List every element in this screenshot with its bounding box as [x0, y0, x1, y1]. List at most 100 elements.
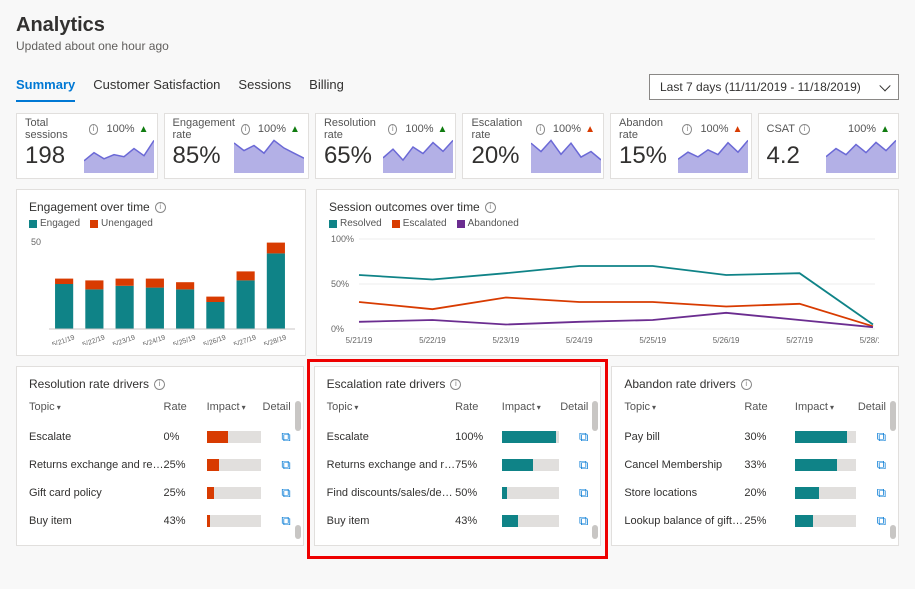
svg-text:5/24/19: 5/24/19 — [566, 336, 593, 345]
detail-link-icon[interactable]: ⧉ — [579, 429, 588, 444]
date-range-picker[interactable]: Last 7 days (11/11/2019 - 11/18/2019) — [649, 74, 899, 100]
detail-link-icon[interactable]: ⧉ — [281, 429, 290, 444]
rate-cell: 33% — [744, 451, 795, 479]
tab-customer-satisfaction[interactable]: Customer Satisfaction — [93, 71, 220, 102]
col-rate[interactable]: Rate — [744, 395, 795, 423]
col-detail[interactable]: Detail — [261, 395, 291, 423]
info-icon[interactable]: i — [241, 124, 250, 135]
rate-cell: 0% — [164, 423, 207, 451]
rate-cell: 25% — [164, 479, 207, 507]
col-impact[interactable]: Impact▾ — [207, 395, 262, 423]
col-topic[interactable]: Topic▾ — [624, 395, 744, 423]
scrollbar[interactable] — [890, 401, 896, 539]
table-row[interactable]: Escalate 0% ⧉ — [29, 423, 291, 451]
kpi-label: Total sessions — [25, 117, 85, 141]
panel-title-label: Resolution rate drivers — [29, 377, 149, 391]
col-impact[interactable]: Impact▾ — [795, 395, 856, 423]
col-rate[interactable]: Rate — [455, 395, 502, 423]
tab-sessions[interactable]: Sessions — [238, 71, 291, 102]
detail-link-icon[interactable]: ⧉ — [877, 513, 886, 528]
scroll-thumb[interactable] — [592, 401, 598, 431]
impact-bar — [207, 515, 262, 527]
detail-link-icon[interactable]: ⧉ — [579, 457, 588, 472]
kpi-label: Engagement rate — [173, 117, 238, 141]
kpi-card-engagement-rate[interactable]: Engagement rate i 100% ▲ 85% — [164, 113, 309, 179]
impact-bar — [502, 515, 559, 527]
tab-strip: Summary Customer Satisfaction Sessions Bill… — [16, 71, 344, 103]
table-row[interactable]: Returns exchange and r… 75% ⧉ — [327, 451, 589, 479]
detail-link-icon[interactable]: ⧉ — [281, 457, 290, 472]
trend-up-icon: ▲ — [290, 124, 300, 135]
scroll-thumb[interactable] — [592, 525, 598, 539]
table-row[interactable]: Pay bill 30% ⧉ — [624, 423, 886, 451]
table-row[interactable]: Cancel Membership 33% ⧉ — [624, 451, 886, 479]
kpi-card-csat[interactable]: CSAT i 100% ▲ 4.2 — [758, 113, 900, 179]
sort-caret-icon: ▾ — [242, 403, 246, 412]
svg-text:5/22/19: 5/22/19 — [419, 336, 446, 345]
detail-link-icon[interactable]: ⧉ — [877, 485, 886, 500]
topic-cell: Returns exchange and re… — [29, 451, 164, 479]
col-topic[interactable]: Topic▾ — [29, 395, 164, 423]
detail-link-icon[interactable]: ⧉ — [877, 457, 886, 472]
driver-panel-escalation-rate-drivers: Escalation rate drivers i Topic▾ Rate Im… — [314, 366, 602, 546]
detail-link-icon[interactable]: ⧉ — [281, 485, 290, 500]
info-icon[interactable]: i — [536, 124, 545, 135]
info-icon[interactable]: i — [485, 202, 496, 213]
rate-cell: 30% — [744, 423, 795, 451]
table-row[interactable]: Store locations 20% ⧉ — [624, 479, 886, 507]
table-row[interactable]: Find discounts/sales/de… 50% ⧉ — [327, 479, 589, 507]
table-row[interactable]: Returns exchange and re… 25% ⧉ — [29, 451, 291, 479]
kpi-pct: 100% — [553, 123, 581, 135]
kpi-sparkline — [678, 139, 742, 173]
kpi-card-abandon-rate[interactable]: Abandon rate i 100% ▲ 15% — [610, 113, 752, 179]
table-row[interactable]: Gift card policy 25% ⧉ — [29, 479, 291, 507]
table-row[interactable]: Lookup balance of gift… 25% ⧉ — [624, 507, 886, 535]
scroll-thumb[interactable] — [890, 525, 896, 539]
detail-link-icon[interactable]: ⧉ — [579, 485, 588, 500]
kpi-card-resolution-rate[interactable]: Resolution rate i 100% ▲ 65% — [315, 113, 457, 179]
kpi-pct: 100% — [848, 123, 876, 135]
tab-summary[interactable]: Summary — [16, 71, 75, 102]
scroll-thumb[interactable] — [295, 401, 301, 431]
topic-cell: Gift card policy — [29, 479, 164, 507]
info-icon[interactable]: i — [388, 124, 397, 135]
rate-cell: 25% — [164, 451, 207, 479]
svg-text:5/23/19: 5/23/19 — [112, 334, 136, 345]
table-row[interactable]: Escalate 100% ⧉ — [327, 423, 589, 451]
scroll-thumb[interactable] — [295, 525, 301, 539]
sort-caret-icon: ▾ — [57, 403, 61, 412]
detail-link-icon[interactable]: ⧉ — [877, 429, 886, 444]
tab-billing[interactable]: Billing — [309, 71, 344, 102]
info-icon[interactable]: i — [799, 124, 810, 135]
impact-bar — [795, 431, 856, 443]
session-outcomes-panel: Session outcomes over time i ResolvedEsc… — [316, 189, 899, 356]
info-icon[interactable]: i — [682, 124, 692, 135]
sort-caret-icon: ▾ — [354, 403, 358, 412]
scrollbar[interactable] — [295, 401, 301, 539]
col-detail[interactable]: Detail — [559, 395, 589, 423]
detail-link-icon[interactable]: ⧉ — [281, 513, 290, 528]
col-detail[interactable]: Detail — [856, 395, 886, 423]
table-row[interactable]: Buy item 43% ⧉ — [29, 507, 291, 535]
col-rate[interactable]: Rate — [164, 395, 207, 423]
table-row[interactable]: Buy item 43% ⧉ — [327, 507, 589, 535]
info-icon[interactable]: i — [450, 379, 461, 390]
kpi-card-escalation-rate[interactable]: Escalation rate i 100% ▲ 20% — [462, 113, 604, 179]
scroll-thumb[interactable] — [890, 401, 896, 431]
col-topic[interactable]: Topic▾ — [327, 395, 455, 423]
svg-text:50%: 50% — [331, 279, 349, 289]
info-icon[interactable]: i — [89, 124, 99, 135]
kpi-sparkline — [383, 139, 447, 173]
info-icon[interactable]: i — [741, 379, 752, 390]
sort-caret-icon: ▾ — [652, 403, 656, 412]
scrollbar[interactable] — [592, 401, 598, 539]
detail-link-icon[interactable]: ⧉ — [579, 513, 588, 528]
trend-up-icon: ▲ — [733, 124, 743, 135]
trend-up-icon: ▲ — [438, 124, 448, 135]
kpi-card-total-sessions[interactable]: Total sessions i 100% ▲ 198 — [16, 113, 158, 179]
info-icon[interactable]: i — [155, 202, 166, 213]
kpi-pct: 100% — [258, 123, 286, 135]
rate-cell: 75% — [455, 451, 502, 479]
col-impact[interactable]: Impact▾ — [502, 395, 559, 423]
info-icon[interactable]: i — [154, 379, 165, 390]
